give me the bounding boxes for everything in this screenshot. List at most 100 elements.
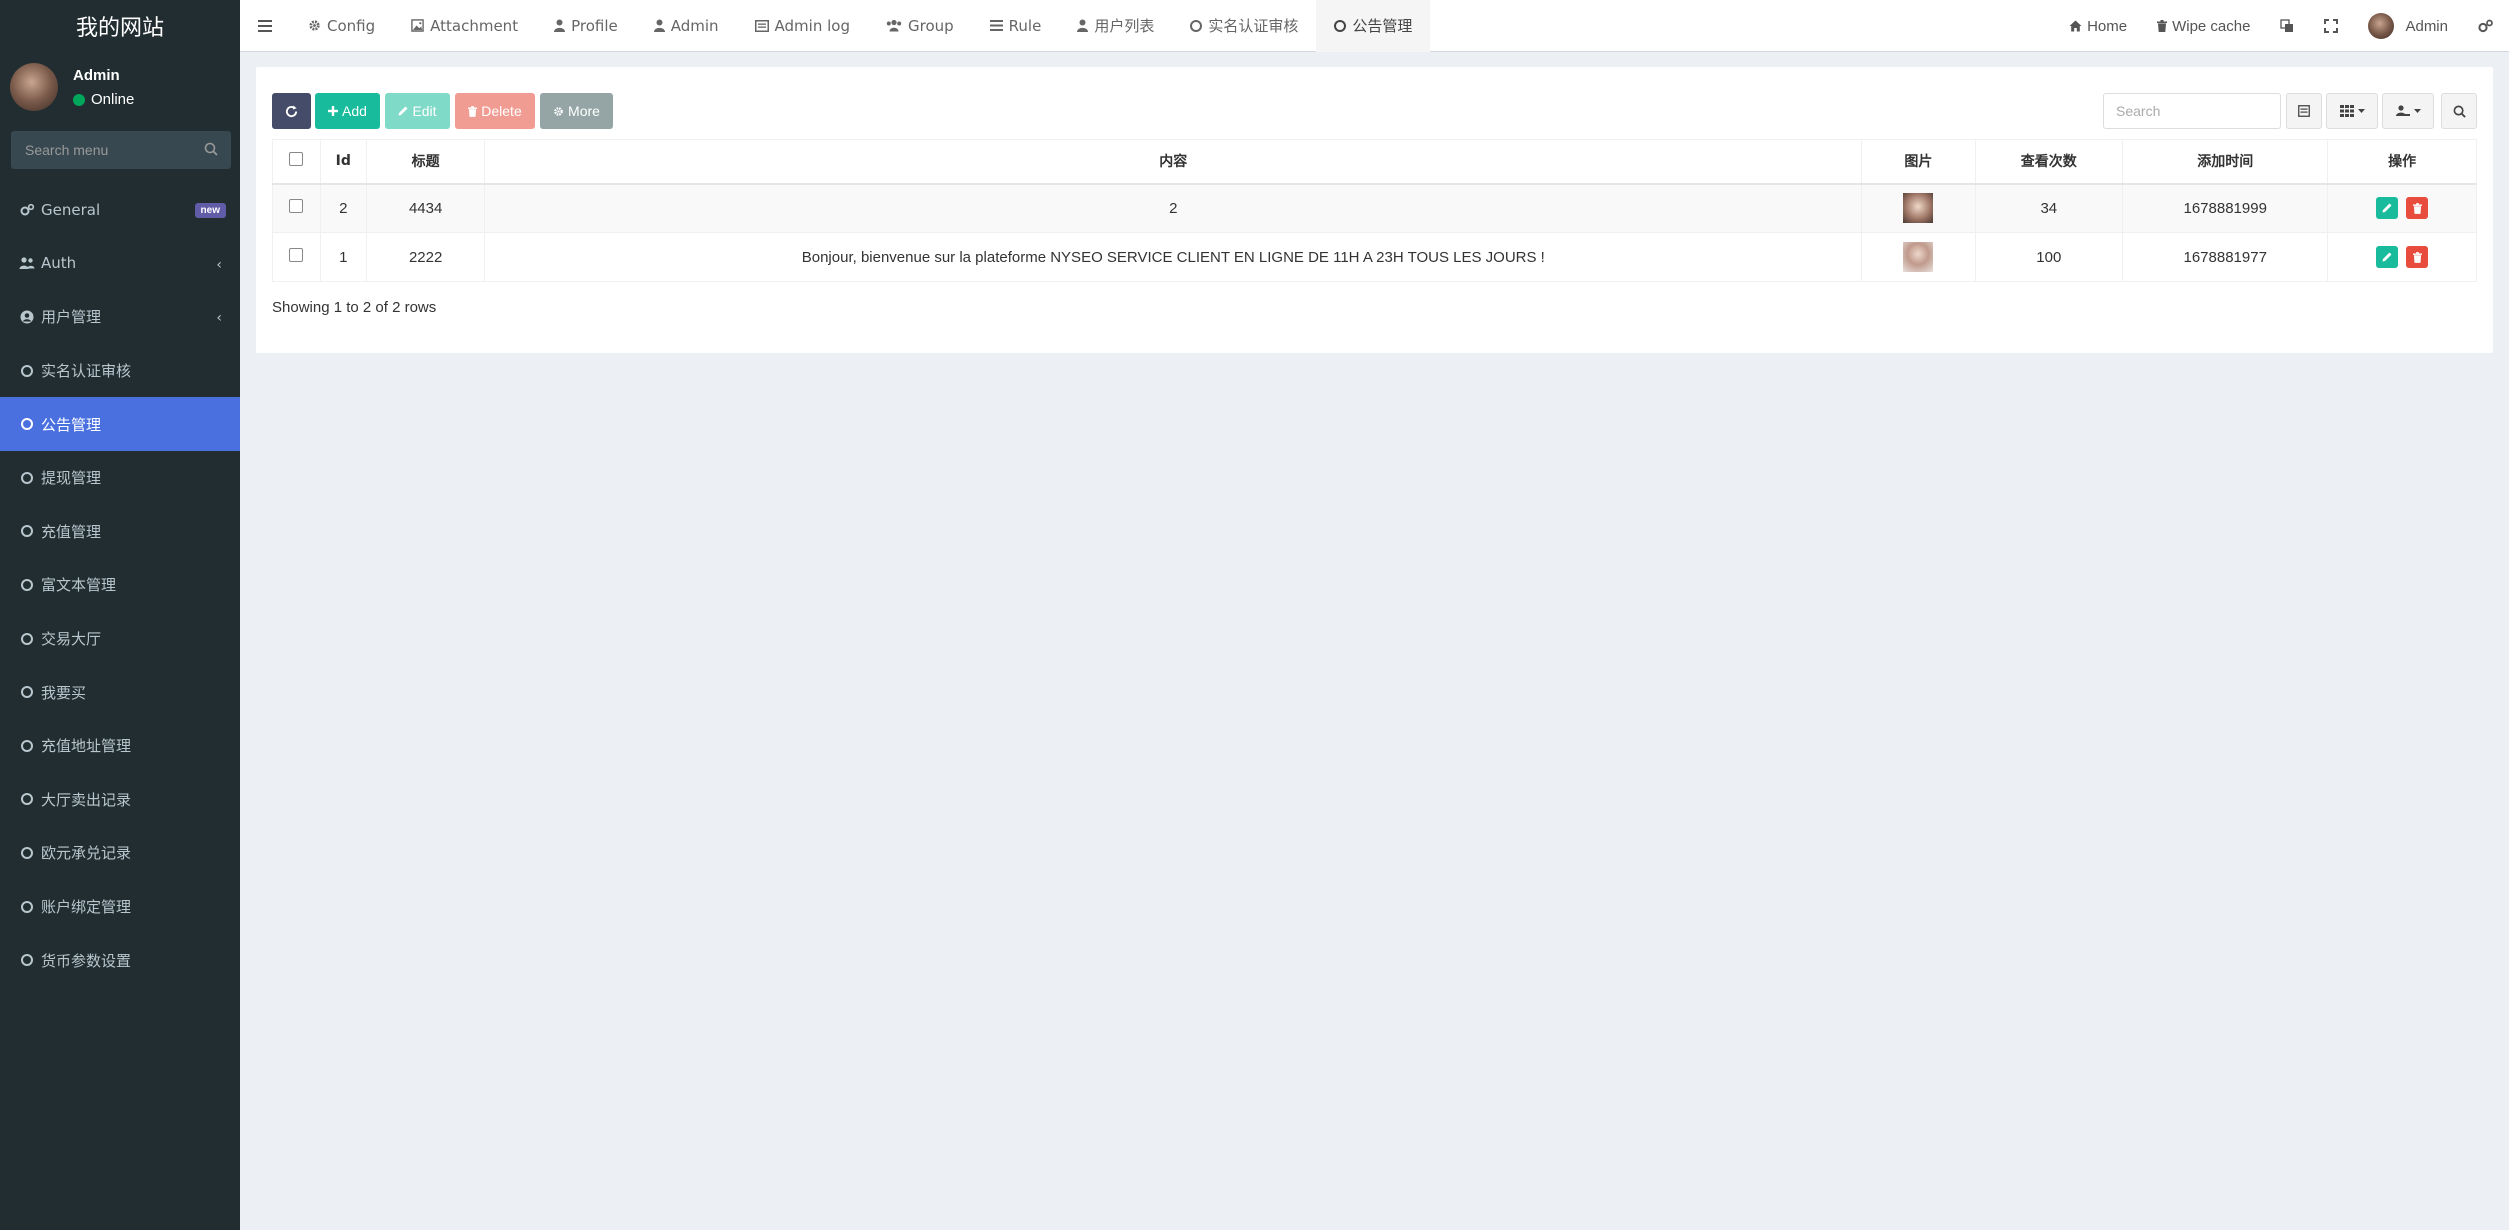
time-cell: 1678881999 (2122, 183, 2329, 233)
trash-icon (2412, 251, 2422, 263)
sidebar-item-account-binding[interactable]: 账户绑定管理 (0, 880, 240, 934)
tab-profile[interactable]: Profile (536, 0, 636, 52)
user-avatar (10, 63, 58, 111)
circle-icon (19, 738, 35, 754)
tab-label: 用户列表 (1094, 17, 1155, 35)
toggle-view-button[interactable] (2286, 93, 2322, 129)
search-menu-input[interactable] (11, 142, 191, 158)
tab-label: Profile (571, 16, 618, 35)
sidebar-item-auth[interactable]: Auth ‹ (0, 237, 240, 291)
sidebar-item-richtext[interactable]: 富文本管理 (0, 558, 240, 612)
column-header[interactable]: 图片 (1861, 139, 1976, 185)
tab-rule[interactable]: Rule (972, 0, 1060, 52)
export-dropdown-button[interactable] (2382, 93, 2434, 129)
views-cell: 100 (1974, 232, 2124, 282)
tab-group[interactable]: Group (868, 0, 972, 52)
plus-icon (328, 106, 339, 116)
user-icon (554, 19, 566, 32)
image-cell (1861, 232, 1976, 282)
delete-button[interactable]: Delete (455, 93, 535, 129)
advanced-search-button[interactable] (2441, 93, 2477, 129)
columns-dropdown-button[interactable] (2326, 93, 2378, 129)
tab-user-list[interactable]: 用户列表 (1059, 0, 1172, 52)
search-icon[interactable] (204, 142, 218, 160)
language-button[interactable] (2265, 0, 2309, 52)
user-status: Online (73, 91, 134, 108)
sidebar-item-trading-hall[interactable]: 交易大厅 (0, 612, 240, 666)
control-sidebar-button[interactable] (2463, 0, 2509, 52)
row-select-cell (272, 232, 321, 282)
circle-icon (19, 899, 35, 915)
tab-admin[interactable]: Admin (636, 0, 737, 52)
sidebar-item-currency-settings[interactable]: 货币参数设置 (0, 933, 240, 987)
row-delete-button[interactable] (2406, 246, 2429, 268)
row-checkbox[interactable] (289, 248, 304, 262)
tab-attachment[interactable]: Attachment (393, 0, 536, 52)
id-cell: 1 (319, 232, 368, 282)
sidebar-item-label: 富文本管理 (41, 576, 117, 595)
content-cell: 2 (484, 183, 1863, 233)
thumbnail-image[interactable] (1903, 242, 1934, 272)
sidebar-item-label: 货币参数设置 (41, 951, 132, 970)
wipe-cache-button[interactable]: Wipe cache (2142, 0, 2265, 52)
user-circle-icon (19, 309, 35, 325)
select-all-cell (272, 139, 321, 185)
user-icon (1077, 19, 1089, 32)
sidebar-item-announcements[interactable]: 公告管理 (0, 397, 240, 451)
wipe-cache-label: Wipe cache (2172, 17, 2251, 35)
sidebar-item-label: 实名认证审核 (41, 362, 132, 381)
more-button[interactable]: More (540, 93, 613, 129)
fullscreen-button[interactable] (2309, 0, 2353, 52)
table-row[interactable]: 1 2222 Bonjour, bienvenue sur la platefo… (272, 232, 2477, 282)
sidebar-item-hall-sales[interactable]: 大厅卖出记录 (0, 773, 240, 827)
sidebar-menu: General new Auth ‹ 用户管理 ‹ 实名认证审核 公告管理 提现… (0, 183, 240, 987)
table-row[interactable]: 2 4434 2 34 1678881999 (272, 183, 2477, 233)
sidebar-item-user-management[interactable]: 用户管理 ‹ (0, 290, 240, 344)
column-header[interactable]: 添加时间 (2122, 139, 2329, 185)
sidebar-item-label: 大厅卖出记录 (41, 790, 132, 809)
sidebar-item-general[interactable]: General new (0, 183, 240, 237)
site-logo[interactable]: 我的网站 (0, 0, 240, 51)
thumbnail-image[interactable] (1903, 193, 1934, 224)
row-checkbox[interactable] (289, 199, 304, 214)
refresh-button[interactable] (272, 93, 311, 129)
sidebar-item-withdrawals[interactable]: 提现管理 (0, 451, 240, 505)
data-table: Id 标题 内容 图片 查看次数 添加时间 操作 2 4434 2 34 167… (272, 139, 2477, 282)
circle-icon (19, 845, 35, 861)
table-search-input[interactable] (2116, 103, 2266, 119)
pencil-icon (2382, 252, 2392, 262)
row-delete-button[interactable] (2406, 197, 2429, 220)
sidebar-item-realname-review[interactable]: 实名认证审核 (0, 344, 240, 398)
sidebar-item-buy[interactable]: 我要买 (0, 665, 240, 719)
row-edit-button[interactable] (2376, 197, 2399, 220)
column-header[interactable]: 内容 (484, 139, 1863, 185)
circle-icon (19, 952, 35, 968)
tab-announcements[interactable]: 公告管理 (1316, 0, 1431, 52)
select-all-checkbox[interactable] (289, 152, 304, 167)
tab-label: Rule (1008, 16, 1042, 35)
user-menu[interactable]: Admin (2353, 0, 2463, 52)
sidebar-item-label: 充值管理 (41, 522, 102, 541)
bars-icon (258, 19, 272, 32)
column-header[interactable]: 查看次数 (1974, 139, 2124, 185)
edit-button[interactable]: Edit (385, 93, 450, 129)
column-header[interactable]: Id (319, 139, 368, 185)
sidebar-toggle-button[interactable] (240, 0, 290, 52)
circle-icon (1334, 19, 1347, 32)
image-cell (1861, 183, 1976, 233)
row-edit-button[interactable] (2376, 246, 2399, 268)
sidebar-item-recharge[interactable]: 充值管理 (0, 505, 240, 559)
column-header[interactable]: 标题 (366, 139, 486, 185)
tab-label: Admin log (774, 16, 850, 35)
gear-icon (554, 106, 563, 116)
home-link[interactable]: Home (2054, 0, 2142, 52)
tab-realname-review[interactable]: 实名认证审核 (1172, 0, 1316, 52)
add-button[interactable]: Add (315, 93, 380, 129)
tab-config[interactable]: Config (290, 0, 393, 52)
sidebar-item-recharge-address[interactable]: 充值地址管理 (0, 719, 240, 773)
tab-label: Group (907, 16, 954, 35)
tab-admin-log[interactable]: Admin log (737, 0, 868, 52)
circle-icon (19, 523, 35, 539)
sidebar-item-euro-exchange[interactable]: 欧元承兑记录 (0, 826, 240, 880)
pagination-info: Showing 1 to 2 of 2 rows (272, 299, 437, 316)
